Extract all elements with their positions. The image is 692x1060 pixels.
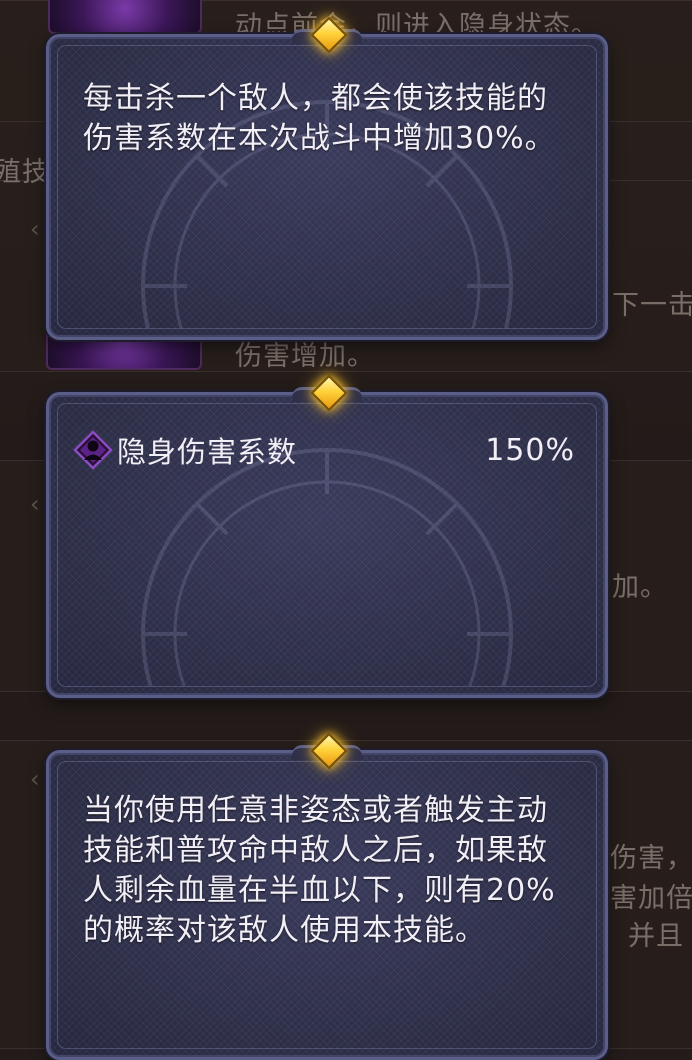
tooltip-kill-bonus: 每击杀一个敌人，都会使该技能的伤害系数在本次战斗中增加30%。 <box>46 16 608 340</box>
background-text: 加。 <box>612 572 668 603</box>
stat-value: 150% <box>485 432 575 468</box>
background-text: 殖技 <box>0 157 50 188</box>
stat-row: 隐身伤害系数 150% <box>73 430 575 470</box>
tooltip-description: 每击杀一个敌人，都会使该技能的伤害系数在本次战斗中增加30%。 <box>83 81 556 156</box>
tooltip-trigger-condition: 当你使用任意非姿态或者触发主动技能和普攻命中敌人之后，如果敌人剩余血量在半血以下… <box>46 732 608 1060</box>
background-text: 伤害， <box>610 843 692 874</box>
tooltip-stealth-damage: 隐身伤害系数 150% <box>46 374 608 698</box>
stealth-icon <box>73 430 113 470</box>
chevron-left-icon: ‹ <box>30 765 40 793</box>
background-text: 害加倍 <box>610 883 692 914</box>
chevron-left-icon: ‹ <box>30 490 40 518</box>
chevron-left-icon: ‹ <box>30 215 40 243</box>
emblem-watermark-icon <box>141 448 513 686</box>
stat-label: 隐身伤害系数 <box>117 435 298 469</box>
tooltip-description: 当你使用任意非姿态或者触发主动技能和普攻命中敌人之后，如果敌人剩余血量在半血以下… <box>83 793 556 948</box>
background-text: 并且 <box>628 921 684 952</box>
background-skill-icon <box>48 0 202 34</box>
background-text: 下一击 <box>612 290 692 321</box>
